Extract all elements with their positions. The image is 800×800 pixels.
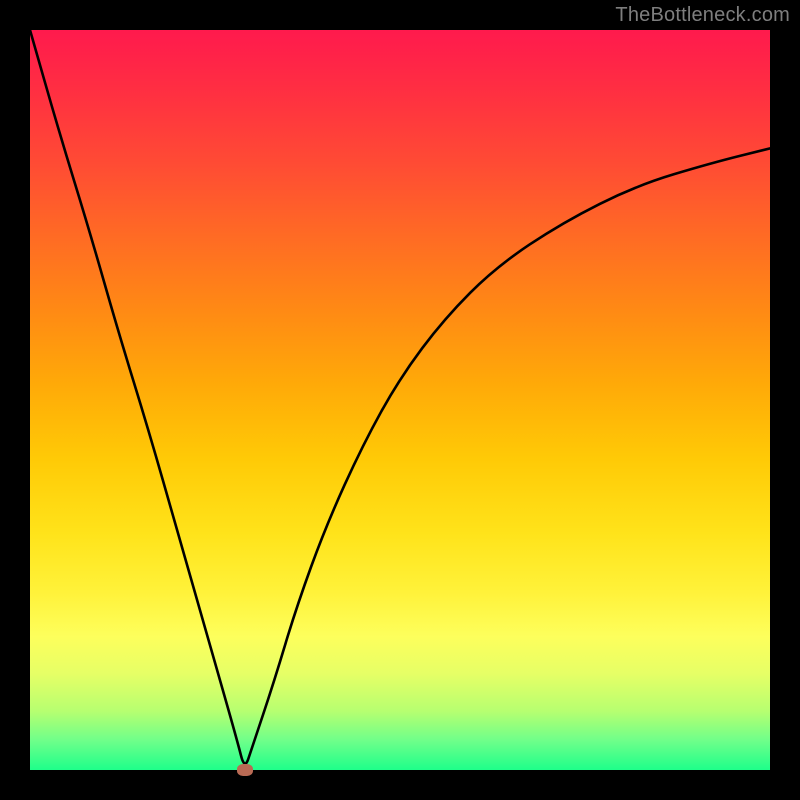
notch-marker (237, 764, 253, 776)
chart-frame: TheBottleneck.com (0, 0, 800, 800)
watermark-text: TheBottleneck.com (615, 4, 790, 27)
bottleneck-curve (30, 30, 770, 770)
chart-plot-area (30, 30, 770, 770)
